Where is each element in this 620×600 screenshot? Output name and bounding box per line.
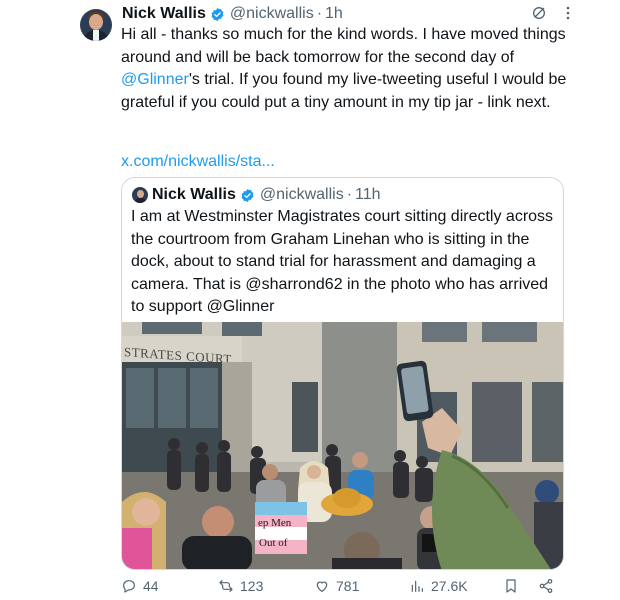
mention-link[interactable]: @Glinner (121, 71, 189, 88)
quoted-author-handle: @nickwallis (259, 186, 344, 203)
share-icon (539, 579, 553, 593)
views-count: 27.6K (431, 578, 468, 594)
tweet-header: Nick Wallis @nickwallis · 1h (122, 4, 343, 24)
placard-text-2: Out of (259, 537, 288, 549)
quoted-text: I am at Westminster Magistrates court si… (131, 208, 554, 315)
reply-button[interactable]: 44 (121, 576, 159, 596)
share-button[interactable] (538, 576, 560, 596)
more-icon[interactable] (562, 5, 574, 21)
placard-text-1: ep Men (258, 517, 292, 529)
grok-icon[interactable] (531, 5, 547, 21)
like-count: 781 (336, 578, 360, 594)
avatar[interactable] (80, 9, 112, 41)
repost-icon (219, 580, 233, 592)
views-icon (411, 580, 423, 592)
timestamp[interactable]: 1h (325, 5, 343, 23)
bookmark-icon (506, 579, 516, 593)
verified-badge-icon (241, 188, 254, 202)
repost-count: 123 (240, 578, 264, 594)
separator-dot: · (316, 5, 323, 22)
quoted-timestamp: 11h (355, 186, 381, 203)
court-photo[interactable]: STRATES COURT ep Men Out of (122, 322, 564, 570)
quoted-header: Nick Wallis @nickwallis · 11h (152, 184, 381, 206)
separator-dot: · (346, 186, 353, 203)
like-button[interactable]: 781 (314, 576, 359, 596)
author-handle[interactable]: @nickwallis (230, 5, 314, 23)
like-icon (316, 581, 328, 592)
bookmark-button[interactable] (503, 576, 525, 596)
repost-button[interactable]: 123 (218, 576, 263, 596)
tweet-text: Hi all - thanks so much for the kind wor… (121, 26, 567, 111)
tweet-link[interactable]: x.com/nickwallis/sta... (121, 152, 275, 172)
quoted-tweet[interactable]: Nick Wallis @nickwallis · 11h I am at We… (121, 177, 564, 570)
author-name[interactable]: Nick Wallis (122, 5, 206, 23)
reply-count: 44 (143, 578, 159, 594)
quoted-author-name: Nick Wallis (152, 186, 236, 203)
verified-badge-icon (211, 7, 224, 21)
tweet[interactable]: Nick Wallis @nickwallis · 1h Hi all - th… (0, 0, 620, 600)
quoted-avatar (132, 187, 148, 203)
action-bar: 44 123 781 27.6K (121, 576, 561, 596)
reply-icon (123, 580, 135, 593)
views-button[interactable]: 27.6K (409, 576, 468, 596)
